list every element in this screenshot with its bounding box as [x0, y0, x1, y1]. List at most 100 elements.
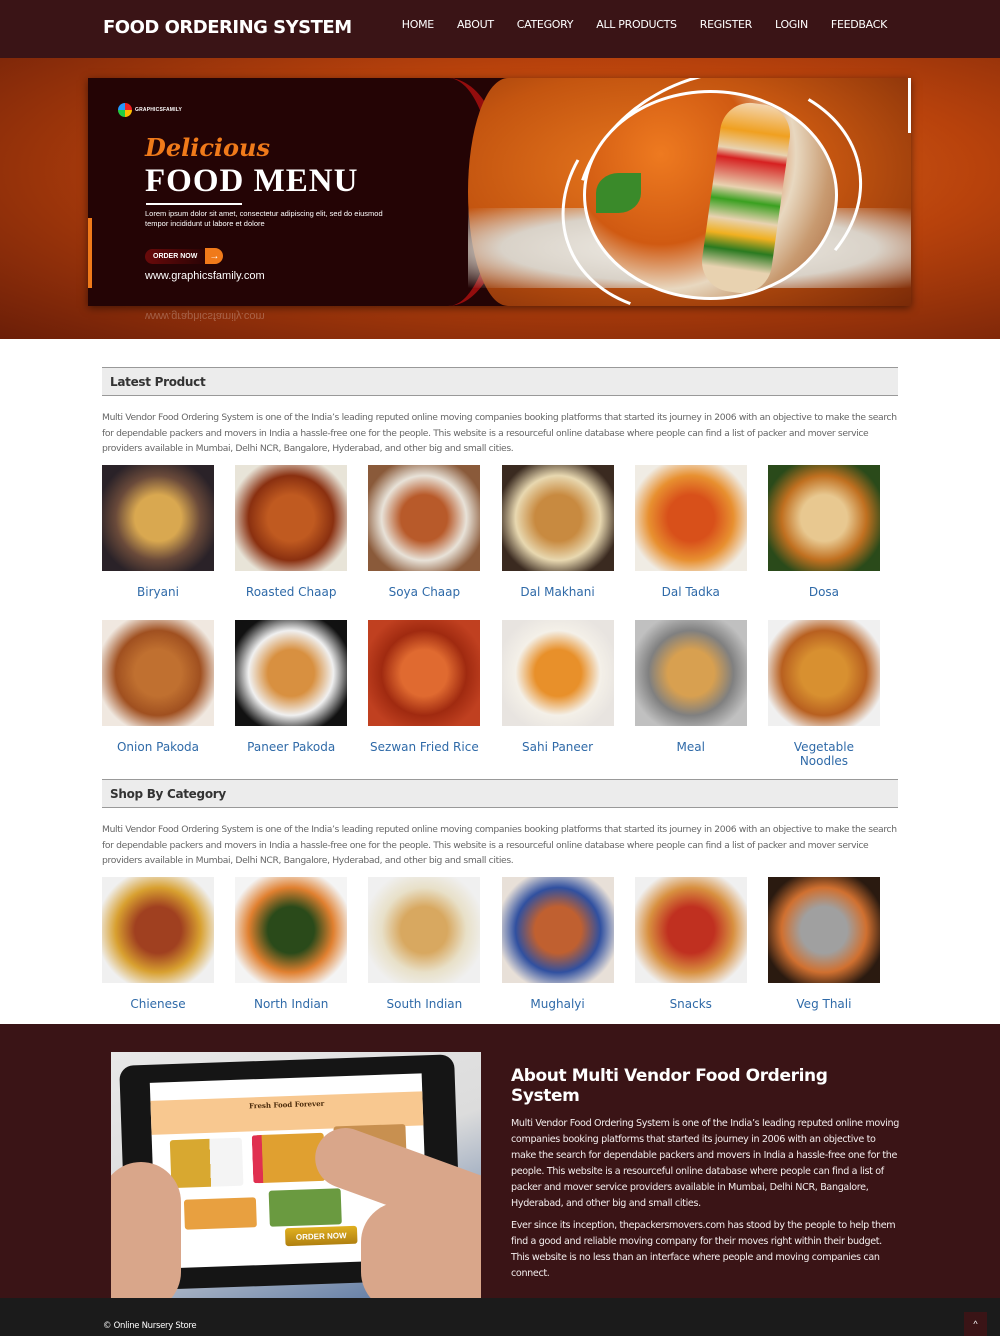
category-image[interactable] [235, 876, 348, 983]
hero-lorem: Lorem ipsum dolor sit amet, consectetur … [145, 209, 383, 228]
nav-category[interactable]: CATEGORY [517, 18, 574, 31]
tablet-food-tile [268, 1188, 342, 1227]
product-card[interactable]: Sezwan Fried Rice [368, 619, 481, 768]
category-image[interactable] [368, 876, 481, 983]
section-heading: Latest Product [102, 367, 898, 396]
category-card[interactable]: Chienese [102, 876, 214, 1011]
hero-url-reflection: www.graphicsfamily.com [145, 310, 265, 322]
about-section: Fresh Food Forever ORDER NOW About Multi… [0, 1024, 1000, 1298]
skewer-food-image [583, 90, 838, 300]
product-name-link[interactable]: Vegetable Noodles [768, 740, 880, 768]
category-name-link[interactable]: Chienese [102, 997, 214, 1011]
nav-all-products[interactable]: ALL PRODUCTS [596, 18, 677, 31]
nav-home[interactable]: HOME [402, 18, 434, 31]
nav-register[interactable]: REGISTER [700, 18, 753, 31]
hand [111, 1162, 181, 1298]
category-card[interactable]: Veg Thali [767, 876, 880, 1011]
about-text: About Multi Vendor Food Ordering System … [511, 1066, 901, 1282]
category-name-link[interactable]: South Indian [368, 997, 480, 1011]
scroll-to-top-button[interactable]: ^ [964, 1312, 987, 1336]
hand [361, 1202, 481, 1298]
product-card[interactable]: Vegetable Noodles [767, 619, 880, 768]
product-image[interactable] [767, 619, 880, 726]
tablet-food-tile [183, 1197, 257, 1230]
product-image[interactable] [501, 464, 614, 571]
product-name-link[interactable]: Dal Tadka [635, 585, 747, 599]
hero-slider: GRAPHICSFAMILY Delicious FOOD MENU Lorem… [0, 58, 1000, 339]
about-paragraph: Multi Vendor Food Ordering System is one… [511, 1118, 899, 1209]
section-description: Multi Vendor Food Ordering System is one… [102, 412, 897, 454]
hero-order-now: ORDER NOW → [145, 248, 224, 264]
product-image[interactable] [634, 464, 747, 571]
product-name-link[interactable]: Sezwan Fried Rice [368, 740, 480, 754]
product-name-link[interactable]: Paneer Pakoda [235, 740, 347, 754]
product-name-link[interactable]: Soya Chaap [368, 585, 480, 599]
product-image[interactable] [235, 464, 348, 571]
product-name-link[interactable]: Biryani [102, 585, 214, 599]
category-image[interactable] [501, 876, 614, 983]
category-name-link[interactable]: Snacks [635, 997, 747, 1011]
nav-about[interactable]: ABOUT [457, 18, 494, 31]
nav-feedback[interactable]: FEEDBACK [831, 18, 887, 31]
about-title: About Multi Vendor Food Ordering System [511, 1066, 828, 1106]
product-card[interactable]: Soya Chaap [368, 464, 481, 599]
tablet-food-tile [169, 1137, 244, 1189]
category-name-link[interactable]: Mughalyi [502, 997, 614, 1011]
product-image[interactable] [634, 619, 747, 726]
product-grid: Biryani Roasted Chaap Soya Chaap Dal Makhan… [102, 464, 898, 768]
category-card[interactable]: Mughalyi [501, 876, 614, 1011]
product-card[interactable]: Dosa [767, 464, 880, 599]
product-image[interactable] [501, 619, 614, 726]
product-name-link[interactable]: Dosa [768, 585, 880, 599]
product-name-link[interactable]: Sahi Paneer [502, 740, 614, 754]
category-image[interactable] [102, 876, 214, 983]
category-card[interactable]: Snacks [634, 876, 747, 1011]
hero-url: www.graphicsfamily.com [145, 270, 265, 282]
nav-login[interactable]: LOGIN [775, 18, 808, 31]
copyright: © Online Nursery Store [103, 1321, 197, 1331]
category-name-link[interactable]: Veg Thali [768, 997, 880, 1011]
product-card[interactable]: Sahi Paneer [501, 619, 614, 768]
title-underline [146, 203, 242, 205]
product-name-link[interactable]: Onion Pakoda [102, 740, 214, 754]
hero-title: FOOD MENU [145, 163, 359, 199]
product-card[interactable]: Paneer Pakoda [235, 619, 348, 768]
product-card[interactable]: Dal Tadka [634, 464, 747, 599]
hero-banner-image: GRAPHICSFAMILY Delicious FOOD MENU Lorem… [88, 78, 911, 306]
product-image[interactable] [102, 464, 214, 571]
product-image[interactable] [368, 619, 481, 726]
brand-logo[interactable]: FOOD ORDERING SYSTEM [103, 17, 352, 38]
product-name-link[interactable]: Roasted Chaap [235, 585, 347, 599]
top-navbar: FOOD ORDERING SYSTEM HOME ABOUT CATEGORY… [0, 0, 1000, 58]
product-name-link[interactable]: Meal [635, 740, 747, 754]
product-image[interactable] [767, 464, 880, 571]
graphicsfamily-logo: GRAPHICSFAMILY [118, 103, 182, 117]
hero-script-title: Delicious [145, 133, 271, 162]
basil-leaf [596, 173, 641, 213]
category-image[interactable] [634, 876, 747, 983]
category-name-link[interactable]: North Indian [235, 997, 347, 1011]
skewer [698, 99, 794, 297]
latest-product-section: Latest Product Multi Vendor Food Orderin… [102, 367, 898, 768]
product-card[interactable]: Meal [634, 619, 747, 768]
about-paragraph: Ever since its inception, thepackersmove… [511, 1220, 896, 1279]
shop-by-category-section: Shop By Category Multi Vendor Food Order… [102, 779, 898, 1011]
product-card[interactable]: Dal Makhani [501, 464, 614, 599]
category-card[interactable]: North Indian [235, 876, 348, 1011]
product-card[interactable]: Biryani [102, 464, 214, 599]
accent-bar [88, 218, 92, 288]
graphicsfamily-logo-icon [118, 103, 132, 117]
product-image[interactable] [102, 619, 214, 726]
main-nav: HOME ABOUT CATEGORY ALL PRODUCTS REGISTE… [402, 18, 888, 31]
footer: © Online Nursery Store ^ [0, 1298, 1000, 1336]
product-name-link[interactable]: Dal Makhani [502, 585, 614, 599]
product-card[interactable]: Roasted Chaap [235, 464, 348, 599]
category-image[interactable] [767, 876, 880, 983]
category-grid: Chienese North Indian South Indian Mughalyi… [102, 876, 898, 1011]
product-image[interactable] [235, 619, 348, 726]
product-card[interactable]: Onion Pakoda [102, 619, 214, 768]
line-decoration [908, 78, 911, 133]
category-card[interactable]: South Indian [368, 876, 481, 1011]
tablet-ordering-image: Fresh Food Forever ORDER NOW [111, 1052, 481, 1298]
product-image[interactable] [368, 464, 481, 571]
